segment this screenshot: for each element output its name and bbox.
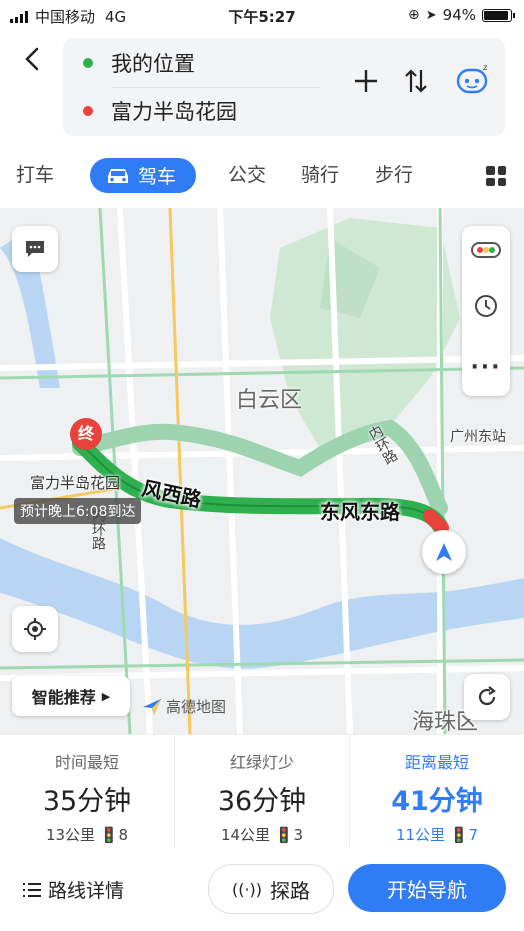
traffic-light-icon: 🚦 — [449, 826, 469, 844]
smart-recommend-label: 智能推荐 — [31, 688, 96, 707]
start-navigation-button[interactable]: 开始导航 — [348, 864, 506, 912]
plan-distance: 11公里 — [395, 826, 446, 844]
locate-icon — [24, 618, 46, 640]
feedback-chat-button[interactable] — [12, 226, 58, 272]
plan-lights: 8 — [118, 826, 129, 844]
tab-bike[interactable]: 骑行 — [301, 160, 339, 187]
eta-badge: 预计晚上6:08到达 — [14, 498, 142, 524]
origin-field[interactable]: 我的位置 — [83, 48, 195, 78]
list-icon — [23, 882, 41, 897]
tab-transit[interactable]: 公交 — [228, 160, 266, 187]
destination-name-label: 富力半岛花园 — [30, 474, 121, 492]
route-plan-shortest[interactable]: 距离最短 41分钟 11公里 🚦7 — [349, 735, 524, 847]
field-divider — [111, 87, 321, 88]
origin-dot-icon — [83, 58, 93, 68]
origin-text: 我的位置 — [111, 52, 195, 76]
smart-recommend-button[interactable]: 智能推荐 ▶ — [12, 676, 130, 716]
triangle-right-icon: ▶ — [101, 689, 111, 703]
map-view[interactable]: ··· 白云区 海珠区 广州东站 风西路 东风东路 内环路 内环路 富力半岛花园… — [0, 208, 524, 734]
car-icon — [108, 168, 128, 183]
district-label: 白云区 — [236, 388, 303, 413]
location-arrow-icon: ➤ — [425, 7, 437, 23]
plan-time: 35分钟 — [42, 786, 132, 817]
history-icon[interactable] — [473, 293, 499, 323]
destination-field[interactable]: 富力半岛花园 — [83, 96, 237, 126]
locate-me-button[interactable] — [12, 606, 58, 652]
route-input-box: 我的位置 富力半岛花园 z — [63, 38, 505, 136]
map-tools-panel: ··· — [462, 226, 510, 396]
radar-icon: ((·)) — [231, 879, 263, 899]
back-icon[interactable] — [18, 44, 48, 74]
traffic-toggle-icon[interactable] — [471, 241, 501, 262]
bottom-action-bar: 路线详情 ((·)) 探路 开始导航 — [0, 846, 524, 931]
tab-drive[interactable]: 驾车 — [90, 158, 197, 193]
swap-icon[interactable] — [403, 68, 429, 101]
station-label: 广州东站 — [450, 429, 506, 445]
rotation-lock-icon: ⊕ — [408, 7, 420, 23]
route-detail-label: 路线详情 — [48, 880, 125, 902]
plan-lights: 7 — [468, 826, 479, 844]
battery-icon — [482, 8, 515, 22]
plan-label: 时间最短 — [54, 753, 119, 772]
current-location-arrow-icon — [422, 530, 466, 574]
destination-text: 富力半岛花园 — [111, 100, 237, 124]
amap-logo-icon — [143, 698, 161, 715]
plan-time: 41分钟 — [391, 786, 483, 817]
congestion-segment — [423, 509, 449, 535]
route-header: 我的位置 富力半岛花园 z — [0, 30, 524, 148]
route-detail-button[interactable]: 路线详情 — [22, 876, 124, 903]
battery-percent: 94% — [442, 6, 476, 24]
plan-meta: 14公里 🚦3 — [175, 824, 349, 845]
route-plan-fastest[interactable]: 时间最短 35分钟 13公里 🚦8 — [0, 735, 174, 847]
plan-label: 距离最短 — [404, 753, 469, 772]
plan-time: 36分钟 — [217, 786, 307, 817]
amap-logo: 高德地图 — [142, 696, 226, 717]
tab-drive-label: 驾车 — [138, 166, 177, 188]
explore-route-button[interactable]: ((·)) 探路 — [208, 864, 334, 914]
destination-marker[interactable]: 终 — [70, 418, 102, 450]
travel-mode-tabs: 打车 驾车 公交 骑行 步行 — [0, 154, 524, 200]
plan-meta: 11公里 🚦7 — [350, 824, 524, 845]
status-right: ⊕ ➤ 94% — [408, 6, 515, 24]
explore-label: 探路 — [270, 878, 311, 903]
battery-fill — [484, 10, 509, 20]
chat-icon — [26, 241, 44, 257]
refresh-route-button[interactable] — [464, 674, 510, 720]
route-plan-fewest-lights[interactable]: 红绿灯少 36分钟 14公里 🚦3 — [174, 735, 349, 847]
tab-taxi[interactable]: 打车 — [16, 160, 54, 187]
more-modes-icon[interactable] — [486, 166, 506, 186]
assistant-robot-icon[interactable]: z — [455, 62, 491, 94]
route-plan-options: 时间最短 35分钟 13公里 🚦8 红绿灯少 36分钟 14公里 🚦3 距离最短… — [0, 734, 524, 847]
add-waypoint-icon[interactable] — [353, 68, 379, 101]
plan-distance: 14公里 — [220, 826, 271, 844]
svg-text:z: z — [483, 63, 487, 72]
amap-logo-text: 高德地图 — [166, 698, 227, 716]
refresh-icon — [478, 686, 496, 706]
tab-walk[interactable]: 步行 — [375, 160, 413, 187]
plan-distance: 13公里 — [45, 826, 96, 844]
road-label-east: 东风东路 — [320, 500, 400, 524]
plan-meta: 13公里 🚦8 — [0, 824, 174, 845]
traffic-light-icon: 🚦 — [99, 826, 119, 844]
destination-dot-icon — [83, 106, 93, 116]
plan-lights: 3 — [293, 826, 304, 844]
traffic-light-icon: 🚦 — [274, 826, 294, 844]
plan-label: 红绿灯少 — [229, 753, 294, 772]
status-bar: 中国移动 4G 下午5:27 ⊕ ➤ 94% — [0, 0, 524, 30]
more-icon[interactable]: ··· — [470, 355, 501, 380]
map-canvas — [0, 208, 524, 734]
